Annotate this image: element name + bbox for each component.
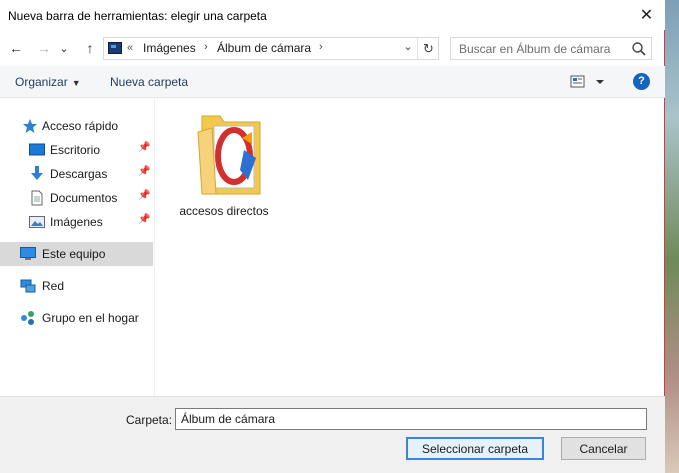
sidebar-item-label: Red (42, 279, 65, 293)
file-list: accesos directos (156, 98, 665, 396)
document-icon (31, 190, 43, 206)
forward-button[interactable]: → (34, 38, 54, 58)
breadcrumb-imagenes[interactable]: Imágenes (143, 41, 196, 55)
breadcrumb-separator-icon[interactable]: › (204, 41, 208, 53)
sidebar-item-descargas[interactable]: Descargas 📌 (0, 162, 153, 186)
star-icon (23, 119, 37, 133)
desktop-background (665, 0, 679, 473)
folder-field-label: Carpeta: (126, 413, 173, 427)
desktop-icon (29, 143, 45, 156)
sidebar-item-escritorio[interactable]: Escritorio 📌 (0, 138, 153, 162)
folder-item[interactable]: accesos directos (176, 110, 276, 230)
close-icon: ✕ (639, 7, 654, 24)
sidebar-item-documentos[interactable]: Documentos 📌 (0, 186, 153, 210)
sidebar-item-imagenes[interactable]: Imágenes 📌 (0, 210, 153, 234)
search-input[interactable]: Buscar en Álbum de cámara (459, 42, 610, 56)
breadcrumb-separator-icon[interactable]: › (319, 41, 323, 53)
address-dropdown-icon[interactable]: ⌄ (400, 40, 416, 58)
close-button[interactable]: ✕ (628, 0, 665, 30)
back-button[interactable]: ← (6, 38, 26, 58)
change-view-icon[interactable] (570, 75, 610, 89)
breadcrumb-album-de-camara[interactable]: Álbum de cámara (217, 41, 311, 55)
navigation-pane: Acceso rápido Escritorio 📌 Descargas 📌 D… (0, 98, 155, 396)
sidebar-item-este-equipo[interactable]: Este equipo (0, 242, 153, 266)
arrow-up-icon: ↑ (86, 40, 94, 56)
command-bar: Organizar ▼ Nueva carpeta ? (0, 66, 665, 98)
sidebar-item-red[interactable]: Red (0, 274, 153, 298)
organize-button[interactable]: Organizar ▼ (15, 75, 81, 89)
network-icon (20, 279, 36, 293)
folder-icon (197, 115, 261, 195)
up-button[interactable]: ↑ (80, 38, 100, 58)
sidebar-item-label: Escritorio (50, 143, 101, 157)
sidebar-item-label: Documentos (50, 191, 118, 205)
chevron-down-icon: ⌄ (59, 42, 69, 55)
download-icon (31, 166, 43, 180)
new-folder-button[interactable]: Nueva carpeta (110, 75, 188, 89)
address-bar[interactable]: « Imágenes › Álbum de cámara › ⌄ ↻ (103, 37, 439, 60)
window-title: Nueva barra de herramientas: elegir una … (8, 9, 267, 23)
pin-icon[interactable]: 📌 (138, 214, 150, 225)
folder-name-field[interactable] (175, 408, 647, 430)
pin-icon[interactable]: 📌 (138, 166, 150, 177)
folder-name: accesos directos (179, 204, 269, 218)
arrow-right-icon: → (37, 40, 51, 56)
title-bar[interactable]: Nueva barra de herramientas: elegir una … (0, 0, 665, 30)
homegroup-icon (21, 311, 34, 325)
computer-icon (20, 247, 36, 260)
recent-locations-button[interactable]: ⌄ (58, 38, 70, 58)
caret-down-icon: ▼ (71, 78, 81, 88)
sidebar-item-acceso-rapido[interactable]: Acceso rápido (0, 114, 153, 138)
organize-label: Organizar (15, 75, 68, 89)
location-icon (108, 42, 122, 54)
select-folder-button[interactable]: Seleccionar carpeta (406, 437, 544, 460)
arrow-left-icon: ← (9, 40, 23, 56)
pin-icon[interactable]: 📌 (138, 190, 150, 201)
sidebar-item-label: Grupo en el hogar (42, 311, 139, 325)
sidebar-item-label: Imágenes (50, 215, 103, 229)
sidebar-item-grupo-en-el-hogar[interactable]: Grupo en el hogar (0, 306, 153, 330)
dialog-footer: Carpeta: Seleccionar carpeta Cancelar (0, 396, 665, 473)
search-box[interactable]: Buscar en Álbum de cámara (450, 37, 652, 60)
sidebar-item-label: Acceso rápido (42, 119, 119, 133)
refresh-icon[interactable]: ↻ (417, 38, 439, 59)
pictures-icon (29, 216, 45, 228)
cancel-button[interactable]: Cancelar (561, 437, 646, 460)
sidebar-item-label: Descargas (50, 167, 108, 181)
help-button[interactable]: ? (633, 73, 650, 90)
navigation-bar: ← → ⌄ ↑ « Imágenes › Álbum de cámara › ⌄… (0, 32, 665, 66)
folder-picker-dialog: Nueva barra de herramientas: elegir una … (0, 0, 665, 473)
pin-icon[interactable]: 📌 (138, 142, 150, 153)
search-icon[interactable] (631, 41, 647, 57)
overflow-chevron-icon[interactable]: « (127, 42, 133, 54)
sidebar-item-label: Este equipo (42, 247, 106, 261)
